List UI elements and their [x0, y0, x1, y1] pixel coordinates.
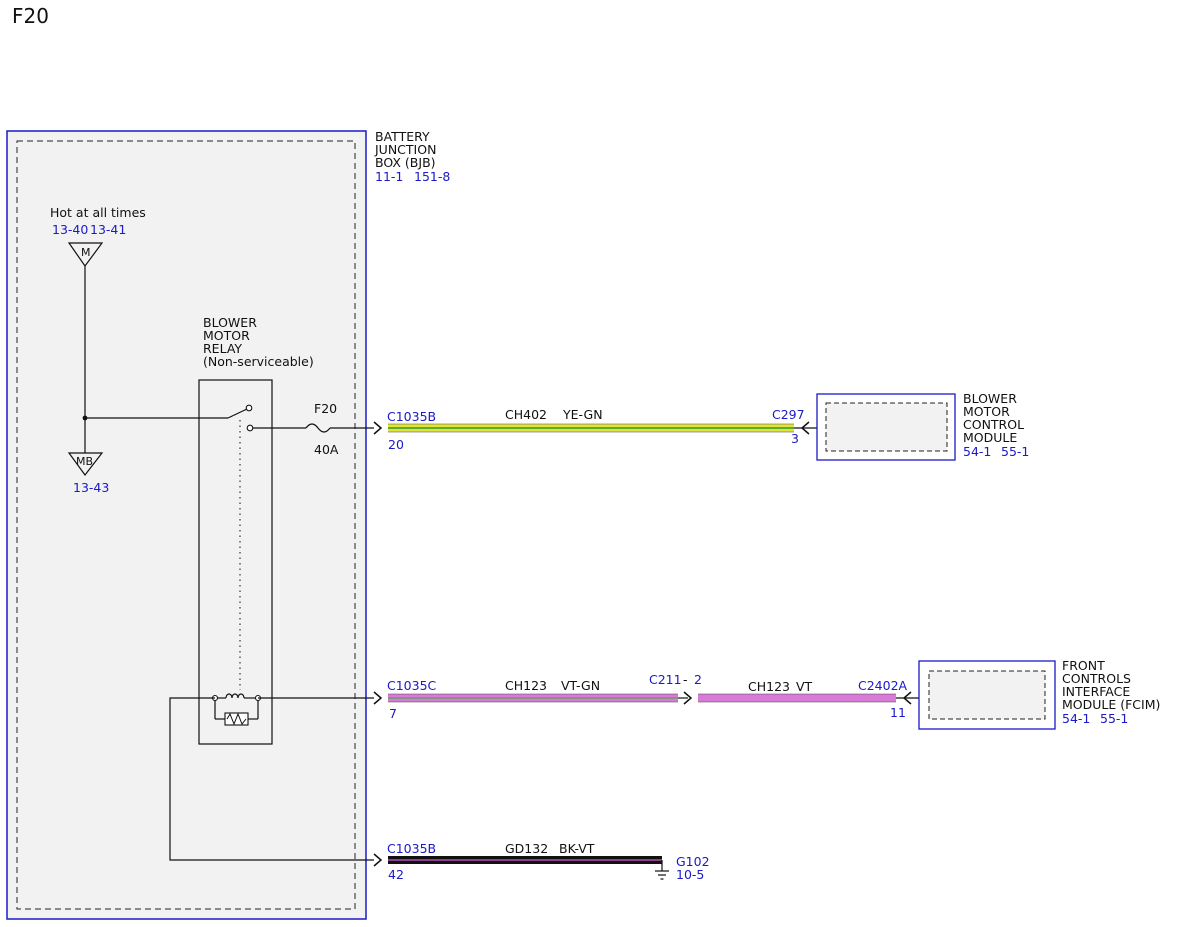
wire-ch402-ye-gn[interactable] — [388, 423, 794, 433]
battery-junction-box[interactable] — [6, 130, 367, 920]
connector-c1035c-pin7-icon — [373, 691, 383, 705]
fcim-ref-1[interactable]: 54-1 — [1062, 711, 1090, 726]
power-ref-1[interactable]: 13-40 — [52, 222, 88, 237]
bmcm-ref-2[interactable]: 55-1 — [1001, 444, 1029, 459]
svg-text:MB: MB — [76, 455, 93, 468]
wire-ch123-vt[interactable] — [698, 693, 896, 703]
c297-connector-label[interactable]: C297 — [772, 407, 805, 422]
bmcm-ref-1[interactable]: 54-1 — [963, 444, 991, 459]
c2402a-connector-label[interactable]: C2402A — [858, 678, 908, 693]
bjb-ref-1[interactable]: 11-1 — [375, 169, 403, 184]
c1035b-connector-label[interactable]: C1035B — [387, 409, 436, 424]
c211-pin-2: 2 — [694, 672, 702, 687]
bjb-name-line3: BOX (BJB) — [375, 155, 436, 170]
wire-gd132-bk-vt[interactable] — [388, 856, 662, 864]
blower-motor-control-module[interactable] — [816, 393, 956, 461]
ch402-color-label: YE-GN — [562, 407, 603, 422]
bjb-ref-2[interactable]: 151-8 — [414, 169, 450, 184]
relay-name-line4: (Non-serviceable) — [203, 354, 314, 369]
gd132-circuit-label: GD132 — [505, 841, 548, 856]
bus-mb-ref[interactable]: 13-43 — [73, 480, 109, 495]
ch123-color-label: VT-GN — [561, 678, 600, 693]
wiring-diagram: F20 BATTERY JUNCTION BOX (BJB) 11-1 151-… — [6, 4, 1160, 920]
bmcm-name-line4: MODULE — [963, 430, 1017, 445]
fcim-ref-2[interactable]: 55-1 — [1100, 711, 1128, 726]
ch123-vt-circuit-label: CH123 — [748, 679, 790, 694]
ch402-circuit-label: CH402 — [505, 407, 547, 422]
c1035b-pin-20: 20 — [388, 437, 404, 452]
c1035c-connector-label[interactable]: C1035C — [387, 678, 437, 693]
c211-separator: - — [683, 672, 688, 687]
gd132-color-label: BK-VT — [559, 841, 595, 856]
fuse-rating: 40A — [314, 442, 339, 457]
connector-c1035b-pin42-icon — [373, 853, 383, 867]
c211-connector-label[interactable]: C211 — [649, 672, 682, 687]
wire-ch123-vt-gn[interactable] — [388, 693, 678, 703]
c297-pin-3: 3 — [791, 431, 799, 446]
power-ref-2[interactable]: 13-41 — [90, 222, 126, 237]
c1035b-ground-connector-label[interactable]: C1035B — [387, 841, 436, 856]
connector-c1035b-pin20-icon — [373, 421, 383, 435]
fcim-name-line4: MODULE (FCIM) — [1062, 697, 1160, 712]
ch123-vt-color-label: VT — [796, 679, 813, 694]
g102-ground-ref[interactable]: 10-5 — [676, 867, 704, 882]
c2402a-pin-11: 11 — [890, 705, 906, 720]
svg-text:M: M — [81, 246, 91, 259]
page-title: F20 — [12, 4, 49, 28]
c1035c-pin-7: 7 — [389, 706, 397, 721]
hot-at-all-times-label: Hot at all times — [50, 205, 146, 220]
c1035b-pin-42: 42 — [388, 867, 404, 882]
front-controls-interface-module[interactable] — [918, 660, 1056, 730]
bjb-outline — [6, 130, 367, 920]
fuse-name: F20 — [314, 401, 337, 416]
ch123-circuit-label: CH123 — [505, 678, 547, 693]
